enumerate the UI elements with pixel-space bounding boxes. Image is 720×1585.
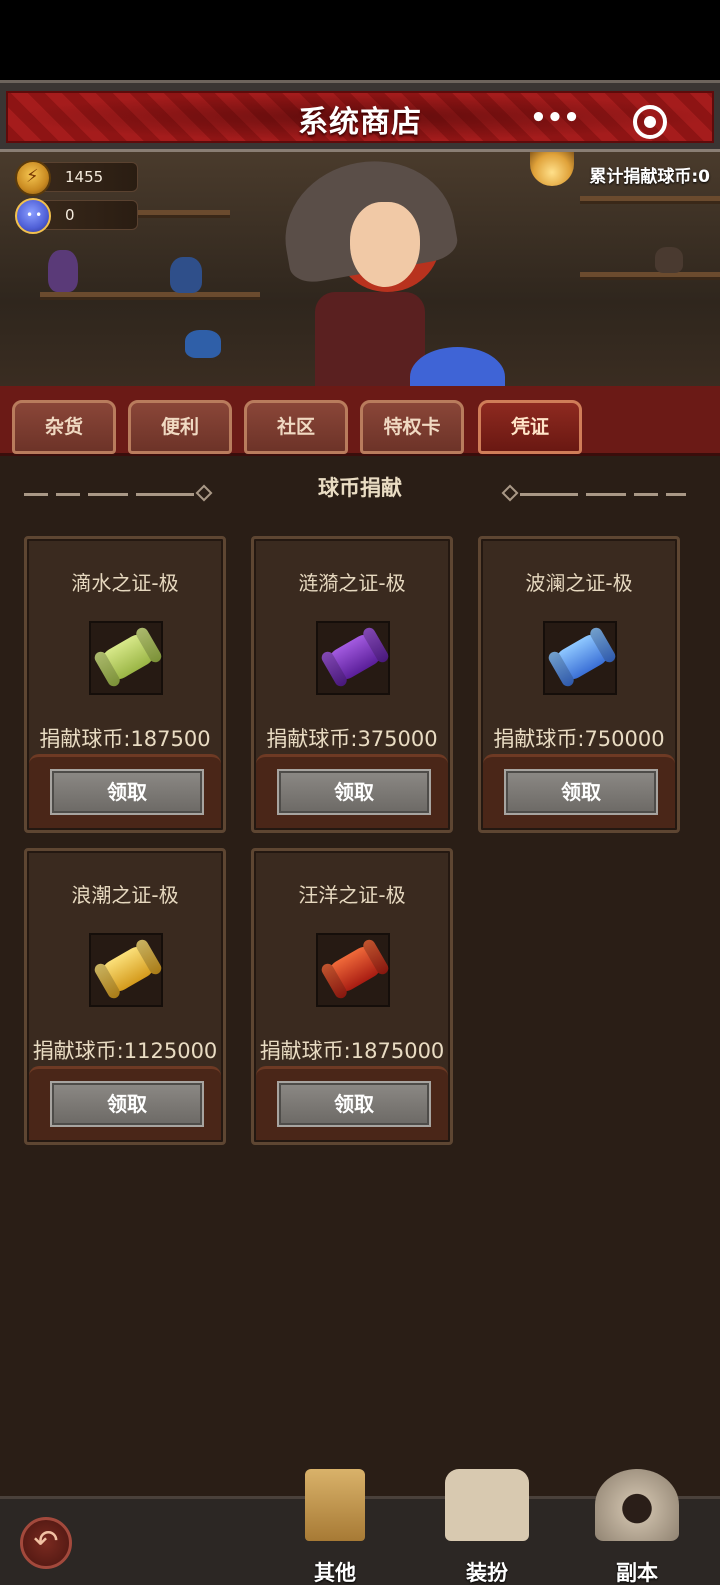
nav-item-dungeon[interactable]: 副本 [582, 1469, 692, 1585]
voucher-card: 滴水之证-极 捐献球币:187500 领取 [24, 536, 226, 833]
potion-jar [655, 247, 683, 273]
dungeon-skull-icon [595, 1469, 679, 1541]
slime-amount: 0 [65, 206, 75, 224]
blue-scroll-icon [550, 629, 614, 685]
nav-item-outfit[interactable]: 装扮 [432, 1469, 542, 1585]
bottom-nav: ↶ 其他 装扮 副本 [0, 1469, 720, 1585]
potion-jar [170, 257, 202, 293]
tab-vouchers[interactable]: 凭证 [478, 400, 582, 454]
voucher-name: 汪洋之证-极 [298, 883, 406, 907]
grocery-bag-icon [305, 1469, 365, 1541]
purple-scroll-icon [323, 629, 387, 685]
nav-label: 装扮 [466, 1561, 508, 1585]
donation-cost: 捐献球币:187500 [39, 727, 211, 751]
donation-cost: 捐献球币:375000 [266, 727, 438, 751]
button-area: 领取 [483, 754, 675, 828]
shop-tabs: 杂货 便利 社区 特权卡 凭证 [0, 386, 720, 456]
item-slot[interactable] [89, 621, 163, 695]
title-bar: 系统商店 ••• [0, 80, 720, 152]
gold-currency: 1455 [15, 160, 138, 196]
shirt-icon [445, 1469, 529, 1541]
button-area: 领取 [29, 754, 221, 828]
donation-cost: 捐献球币:750000 [493, 727, 665, 751]
divider [586, 493, 626, 496]
claim-button[interactable]: 领取 [50, 1081, 204, 1127]
close-target-icon[interactable] [633, 105, 667, 139]
shopkeeper-face [350, 202, 420, 287]
item-slot[interactable] [316, 933, 390, 1007]
button-area: 领取 [256, 754, 448, 828]
gold-coin-icon [15, 160, 51, 196]
nav-label: 其他 [314, 1561, 356, 1585]
divider [520, 493, 578, 496]
voucher-card: 浪潮之证-极 捐献球币:1125000 领取 [24, 848, 226, 1145]
potion-jar [48, 250, 78, 292]
voucher-card: 涟漪之证-极 捐献球币:375000 领取 [251, 536, 453, 833]
section-title: 球币捐献 [318, 476, 402, 500]
slime-currency: 0 [15, 198, 138, 234]
potion-jar [185, 330, 221, 358]
tab-convenience[interactable]: 便利 [128, 400, 232, 454]
button-area: 领取 [29, 1066, 221, 1140]
divider [666, 493, 686, 496]
section-header: 球币捐献 [0, 466, 720, 506]
donation-cost: 捐献球币:1125000 [32, 1039, 218, 1063]
tab-groceries[interactable]: 杂货 [12, 400, 116, 454]
green-scroll-icon [96, 629, 160, 685]
button-area: 领取 [256, 1066, 448, 1140]
voucher-name: 涟漪之证-极 [298, 571, 406, 595]
voucher-card: 波澜之证-极 捐献球币:750000 领取 [478, 536, 680, 833]
hanging-lamp [530, 152, 574, 186]
shelf [580, 196, 720, 204]
shelf [40, 292, 260, 300]
voucher-name: 滴水之证-极 [71, 571, 179, 595]
gold-amount: 1455 [65, 168, 104, 186]
blue-slime-icon [15, 198, 51, 234]
gold-scroll-icon [96, 941, 160, 997]
shelf [580, 272, 720, 280]
nav-label: 副本 [616, 1561, 658, 1585]
donated-total: 累计捐献球币:0 [589, 167, 710, 187]
voucher-name: 波澜之证-极 [525, 571, 633, 595]
voucher-card: 汪洋之证-极 捐献球币:1875000 领取 [251, 848, 453, 1145]
back-arrow-icon[interactable]: ↶ [20, 1517, 72, 1569]
claim-button[interactable]: 领取 [50, 769, 204, 815]
voucher-name: 浪潮之证-极 [71, 883, 179, 907]
more-options-button[interactable]: ••• [530, 105, 580, 137]
divider [634, 493, 658, 496]
claim-button[interactable]: 领取 [277, 769, 431, 815]
item-slot[interactable] [89, 933, 163, 1007]
tab-community[interactable]: 社区 [244, 400, 348, 454]
main-content: 球币捐献 滴水之证-极 捐献球币:187500 领取 涟漪之证-极 捐献球币:3… [0, 456, 720, 1496]
red-scroll-icon [323, 941, 387, 997]
status-bar [0, 0, 720, 80]
nav-item-other[interactable]: 其他 [280, 1469, 390, 1585]
claim-button[interactable]: 领取 [504, 769, 658, 815]
shop-banner: 1455 0 累计捐献球币:0 [0, 152, 720, 402]
tab-privilege-card[interactable]: 特权卡 [360, 400, 464, 454]
claim-button[interactable]: 领取 [277, 1081, 431, 1127]
donation-cost: 捐献球币:1875000 [259, 1039, 445, 1063]
item-slot[interactable] [316, 621, 390, 695]
item-slot[interactable] [543, 621, 617, 695]
page-title: 系统商店 [298, 105, 422, 140]
